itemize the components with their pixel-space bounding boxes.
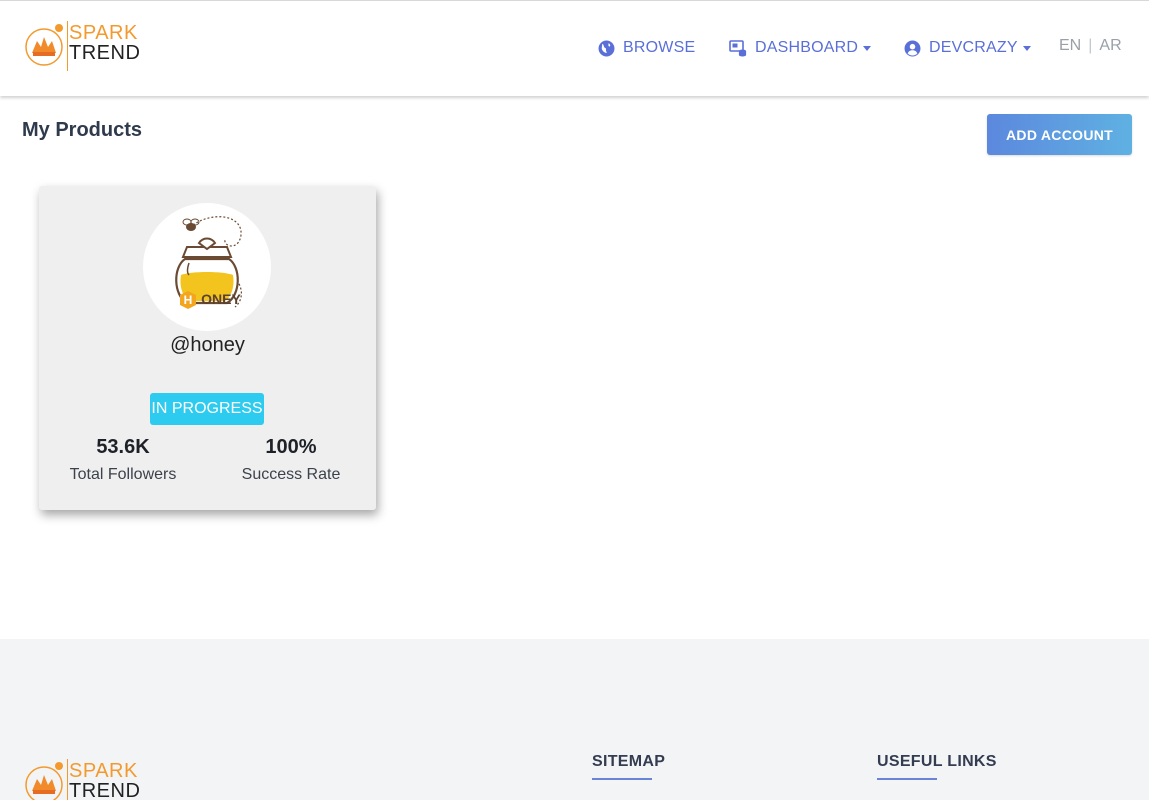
footer: SPARK TREND SITEMAP USEFUL LINKS (0, 639, 1149, 800)
footer-sitemap-heading: SITEMAP (592, 753, 666, 780)
brand-trend-text: TREND (69, 780, 141, 800)
globe-icon (598, 40, 615, 56)
dashboard-icon (729, 39, 747, 56)
footer-brand-text: SPARK TREND (69, 761, 140, 800)
brand-spark-text: SPARK (69, 22, 138, 44)
nav-browse-label: BROWSE (623, 39, 696, 56)
top-navbar: SPARK TREND BROWSE DASHBOARD DEVCRAZY EN… (0, 0, 1149, 96)
nav-browse-link[interactable]: BROWSE (598, 37, 695, 59)
nav-dashboard-dropdown[interactable]: DASHBOARD (729, 37, 872, 59)
user-circle-icon (904, 40, 921, 56)
brand-text: SPARK TREND (69, 23, 140, 63)
caret-down-icon (863, 45, 872, 51)
add-account-button[interactable]: ADD ACCOUNT (987, 114, 1132, 155)
followers-stat: 53.6K Total Followers (39, 436, 207, 484)
success-rate-label: Success Rate (241, 466, 341, 483)
lang-en-link[interactable]: EN (1059, 37, 1081, 55)
spark-trend-emblem-icon (25, 762, 63, 800)
nav-user-dropdown[interactable]: DEVCRAZY (904, 37, 1031, 59)
product-card[interactable]: H ONEY @honey IN PROGRESS 53.6K Total Fo… (39, 186, 376, 510)
followers-label: Total Followers (69, 466, 177, 483)
spark-trend-emblem-icon (25, 24, 63, 66)
brand-divider (67, 21, 68, 71)
language-switcher: EN | AR (1059, 37, 1122, 55)
caret-down-icon (1022, 45, 1031, 51)
nav-user-label: DEVCRAZY (929, 39, 1018, 56)
svg-text:H: H (184, 293, 193, 307)
footer-useful-links-heading: USEFUL LINKS (877, 753, 997, 780)
followers-value: 53.6K (96, 436, 150, 458)
svg-text:ONEY: ONEY (201, 291, 241, 307)
footer-brand-logo[interactable]: SPARK TREND (24, 757, 154, 800)
brand-spark-text: SPARK (69, 760, 138, 782)
lang-separator: | (1088, 37, 1093, 54)
brand-divider (67, 759, 68, 800)
product-avatar: H ONEY (143, 203, 271, 331)
brand-trend-text: TREND (69, 42, 141, 64)
status-badge: IN PROGRESS (150, 393, 264, 425)
brand-logo[interactable]: SPARK TREND (24, 19, 148, 73)
nav-dashboard-label: DASHBOARD (755, 39, 859, 56)
page-title: My Products (22, 119, 143, 141)
success-rate-value: 100% (265, 436, 317, 458)
lang-ar-link[interactable]: AR (1099, 37, 1121, 55)
success-rate-stat: 100% Success Rate (207, 436, 375, 484)
product-handle: @honey (170, 334, 245, 356)
honey-jar-logo-icon: H ONEY (175, 216, 242, 309)
